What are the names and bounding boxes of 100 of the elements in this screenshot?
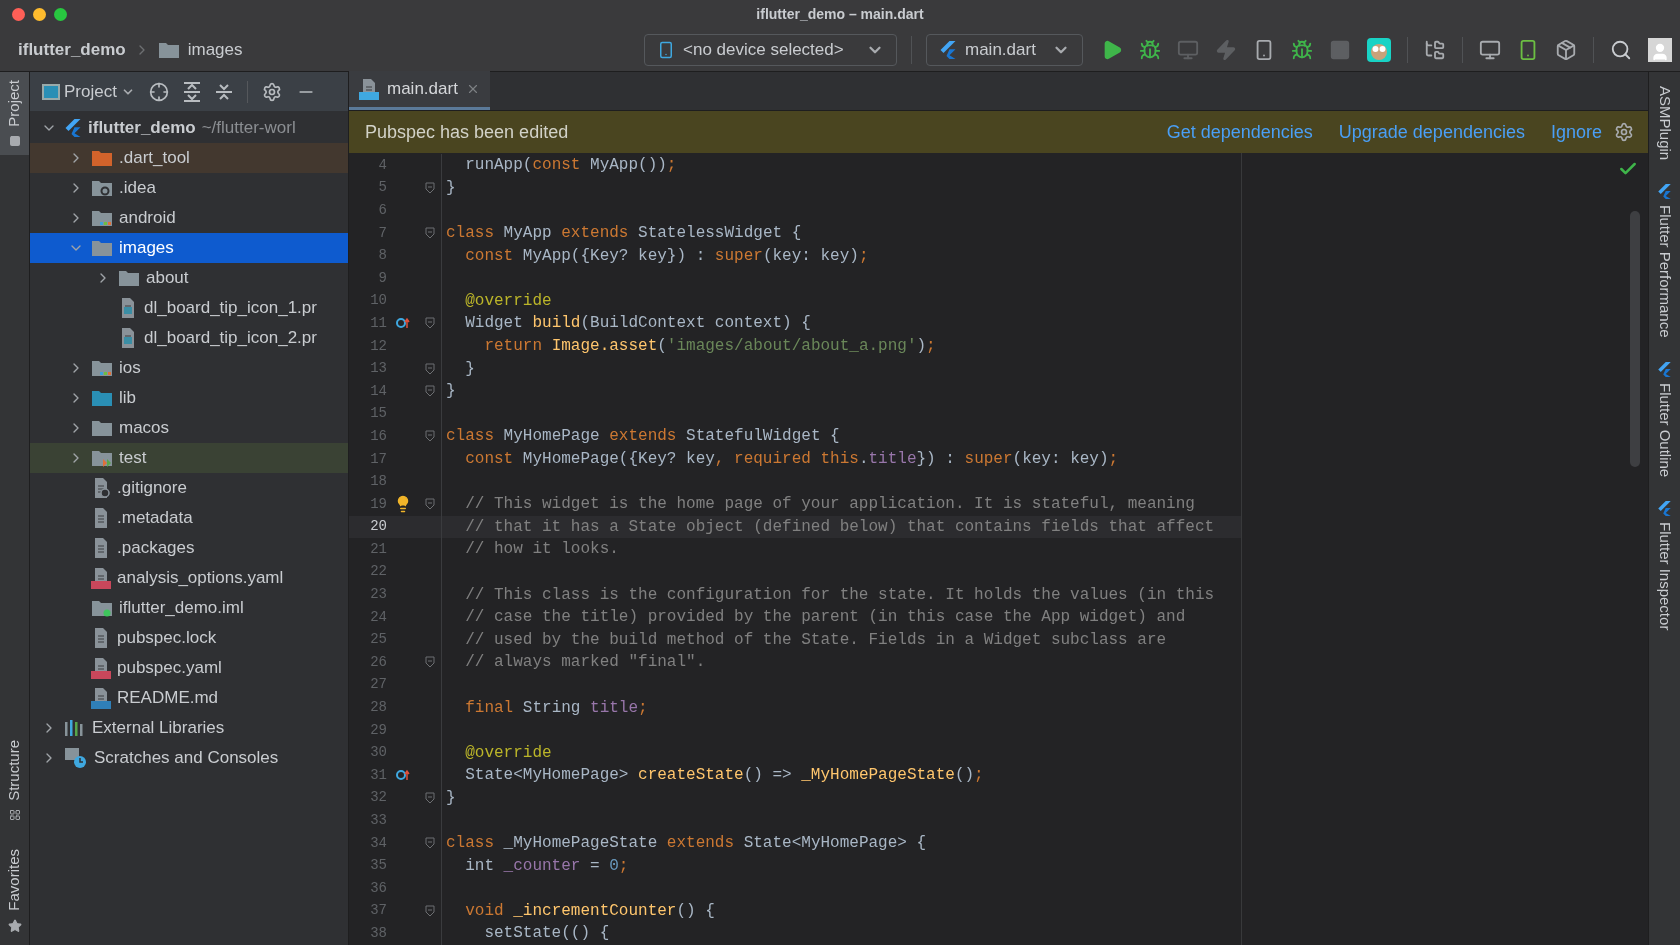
fold-marker-icon[interactable] [425, 181, 435, 194]
fold-marker-icon[interactable] [425, 362, 435, 375]
line-number: 11 [369, 313, 387, 333]
tool-window-tab[interactable]: Flutter Performance [1653, 205, 1676, 338]
debug-icon[interactable] [1139, 38, 1161, 61]
line-number: 30 [369, 743, 387, 763]
tool-window-tab[interactable]: Favorites [0, 841, 29, 941]
fold-marker-icon[interactable] [425, 227, 435, 240]
tool-window-tab[interactable]: Structure [0, 732, 29, 830]
tree-item[interactable]: iflutter_demo.iml [30, 593, 348, 623]
flutter-logo-icon [64, 119, 82, 137]
code-line: @override [464, 290, 552, 312]
breadcrumb-item[interactable]: iflutter_demo [18, 36, 126, 63]
tree-item-label: .gitignore [117, 477, 187, 500]
fold-marker-icon[interactable] [425, 791, 435, 804]
folder-tree-icon[interactable] [1424, 38, 1446, 61]
fold-marker-icon[interactable] [425, 837, 435, 850]
tree-item[interactable]: dl_board_tip_icon_2.pr [30, 323, 348, 353]
line-number: 23 [369, 585, 387, 605]
code-line: int _counter = 0; [464, 855, 629, 877]
code-line: State<MyHomePage> createState() => _MyHomePageState(); [464, 765, 984, 787]
tree-item[interactable]: External Libraries [30, 713, 348, 743]
tree-item[interactable]: lib [30, 383, 348, 413]
yaml-file-icon [91, 567, 111, 589]
line-number: 5 [377, 178, 387, 198]
fold-marker-icon[interactable] [425, 656, 435, 669]
banner-link[interactable]: Upgrade dependencies [1338, 118, 1525, 146]
tree-item-label: iflutter_demo.iml [119, 597, 244, 620]
tree-item-label: Scratches and Consoles [94, 747, 279, 770]
tree-item[interactable]: pubspec.yaml [30, 653, 348, 683]
owl-icon[interactable] [1367, 37, 1391, 62]
tree-item[interactable]: android [30, 203, 348, 233]
line-number: 9 [377, 268, 387, 288]
tree-item[interactable]: .gitignore [30, 473, 348, 503]
tree-item[interactable]: test [30, 443, 348, 473]
code-line: } [464, 358, 475, 380]
module-file-icon [91, 599, 113, 617]
monitor-icon[interactable] [1479, 38, 1501, 61]
fold-marker-icon[interactable] [425, 317, 435, 330]
tool-window-tab[interactable]: Project [0, 72, 29, 155]
banner-link[interactable]: Get dependencies [1166, 118, 1313, 146]
line-number: 14 [369, 381, 387, 401]
line-number: 28 [369, 698, 387, 718]
tree-item-label: images [119, 237, 174, 260]
settings-icon[interactable] [1614, 122, 1634, 142]
device-selector[interactable]: <no device selected> [644, 33, 897, 66]
tree-item[interactable]: dl_board_tip_icon_1.pr [30, 293, 348, 323]
avatar[interactable] [1648, 37, 1672, 62]
tree-item[interactable]: pubspec.lock [30, 623, 348, 653]
tree-item[interactable]: analysis_options.yaml [30, 563, 348, 593]
fold-marker-icon[interactable] [425, 904, 435, 917]
flutter-logo-icon [1657, 361, 1672, 377]
run-configuration-selector[interactable]: main.dart [926, 33, 1083, 66]
package-icon[interactable] [1555, 38, 1577, 61]
search-icon[interactable] [1610, 38, 1632, 61]
override-marker-icon[interactable] [396, 769, 410, 782]
tree-item[interactable]: images [30, 233, 348, 263]
fold-marker-icon[interactable] [425, 430, 435, 443]
override-marker-icon[interactable] [396, 317, 410, 330]
line-number: 36 [369, 878, 387, 898]
tree-item[interactable]: .idea [30, 173, 348, 203]
close-window-button[interactable] [12, 7, 25, 21]
banner-link[interactable]: Ignore [1550, 118, 1602, 146]
breadcrumb-item[interactable]: images [187, 36, 243, 63]
tree-item[interactable]: about [30, 263, 348, 293]
tree-item[interactable]: README.md [30, 683, 348, 713]
flutter-logo-icon [939, 40, 957, 59]
tool-window-tab[interactable]: Flutter Inspector [1653, 521, 1676, 631]
code-line: class MyApp extends StatelessWidget { [445, 223, 802, 245]
tool-window-tab[interactable]: Flutter Outline [1653, 382, 1676, 477]
attach-debugger-icon[interactable] [1291, 38, 1313, 61]
tree-item-label: .dart_tool [119, 147, 190, 170]
line-number: 29 [369, 720, 387, 740]
tree-item[interactable]: .metadata [30, 503, 348, 533]
tree-item[interactable]: ios [30, 353, 348, 383]
line-number: 38 [369, 924, 387, 943]
locate-icon[interactable] [148, 81, 169, 102]
expand-all-icon[interactable] [182, 81, 201, 102]
line-number: 32 [369, 788, 387, 808]
scrollbar-thumb[interactable] [1630, 211, 1640, 467]
minimize-window-button[interactable] [33, 7, 46, 21]
code-line: const MyApp({Key? key}) : super(key: key); [464, 245, 869, 267]
zoom-window-button[interactable] [54, 7, 67, 21]
tree-item[interactable]: .packages [30, 533, 348, 563]
code-line: // always marked "final". [464, 652, 706, 674]
settings-icon[interactable] [261, 81, 282, 102]
tree-item[interactable]: macos [30, 413, 348, 443]
tree-item[interactable]: Scratches and Consoles [30, 743, 348, 773]
tree-item[interactable]: .dart_tool [30, 143, 348, 173]
tree-item[interactable]: iflutter_demo ~/flutter-worl [30, 113, 348, 143]
fold-marker-icon[interactable] [425, 385, 435, 398]
tree-item-label: android [119, 207, 176, 230]
collapse-all-icon[interactable] [214, 81, 233, 102]
line-number: 16 [369, 426, 387, 446]
fold-marker-icon[interactable] [425, 498, 435, 511]
editor-tab[interactable]: main.dart [349, 71, 490, 110]
tool-window-tab[interactable]: ASMPlugin [1653, 86, 1676, 161]
tree-item-label: dl_board_tip_icon_2.pr [144, 327, 317, 350]
code-line: runApp(const MyApp()); [464, 155, 677, 177]
banner-message: Pubspec has been edited [365, 120, 569, 144]
